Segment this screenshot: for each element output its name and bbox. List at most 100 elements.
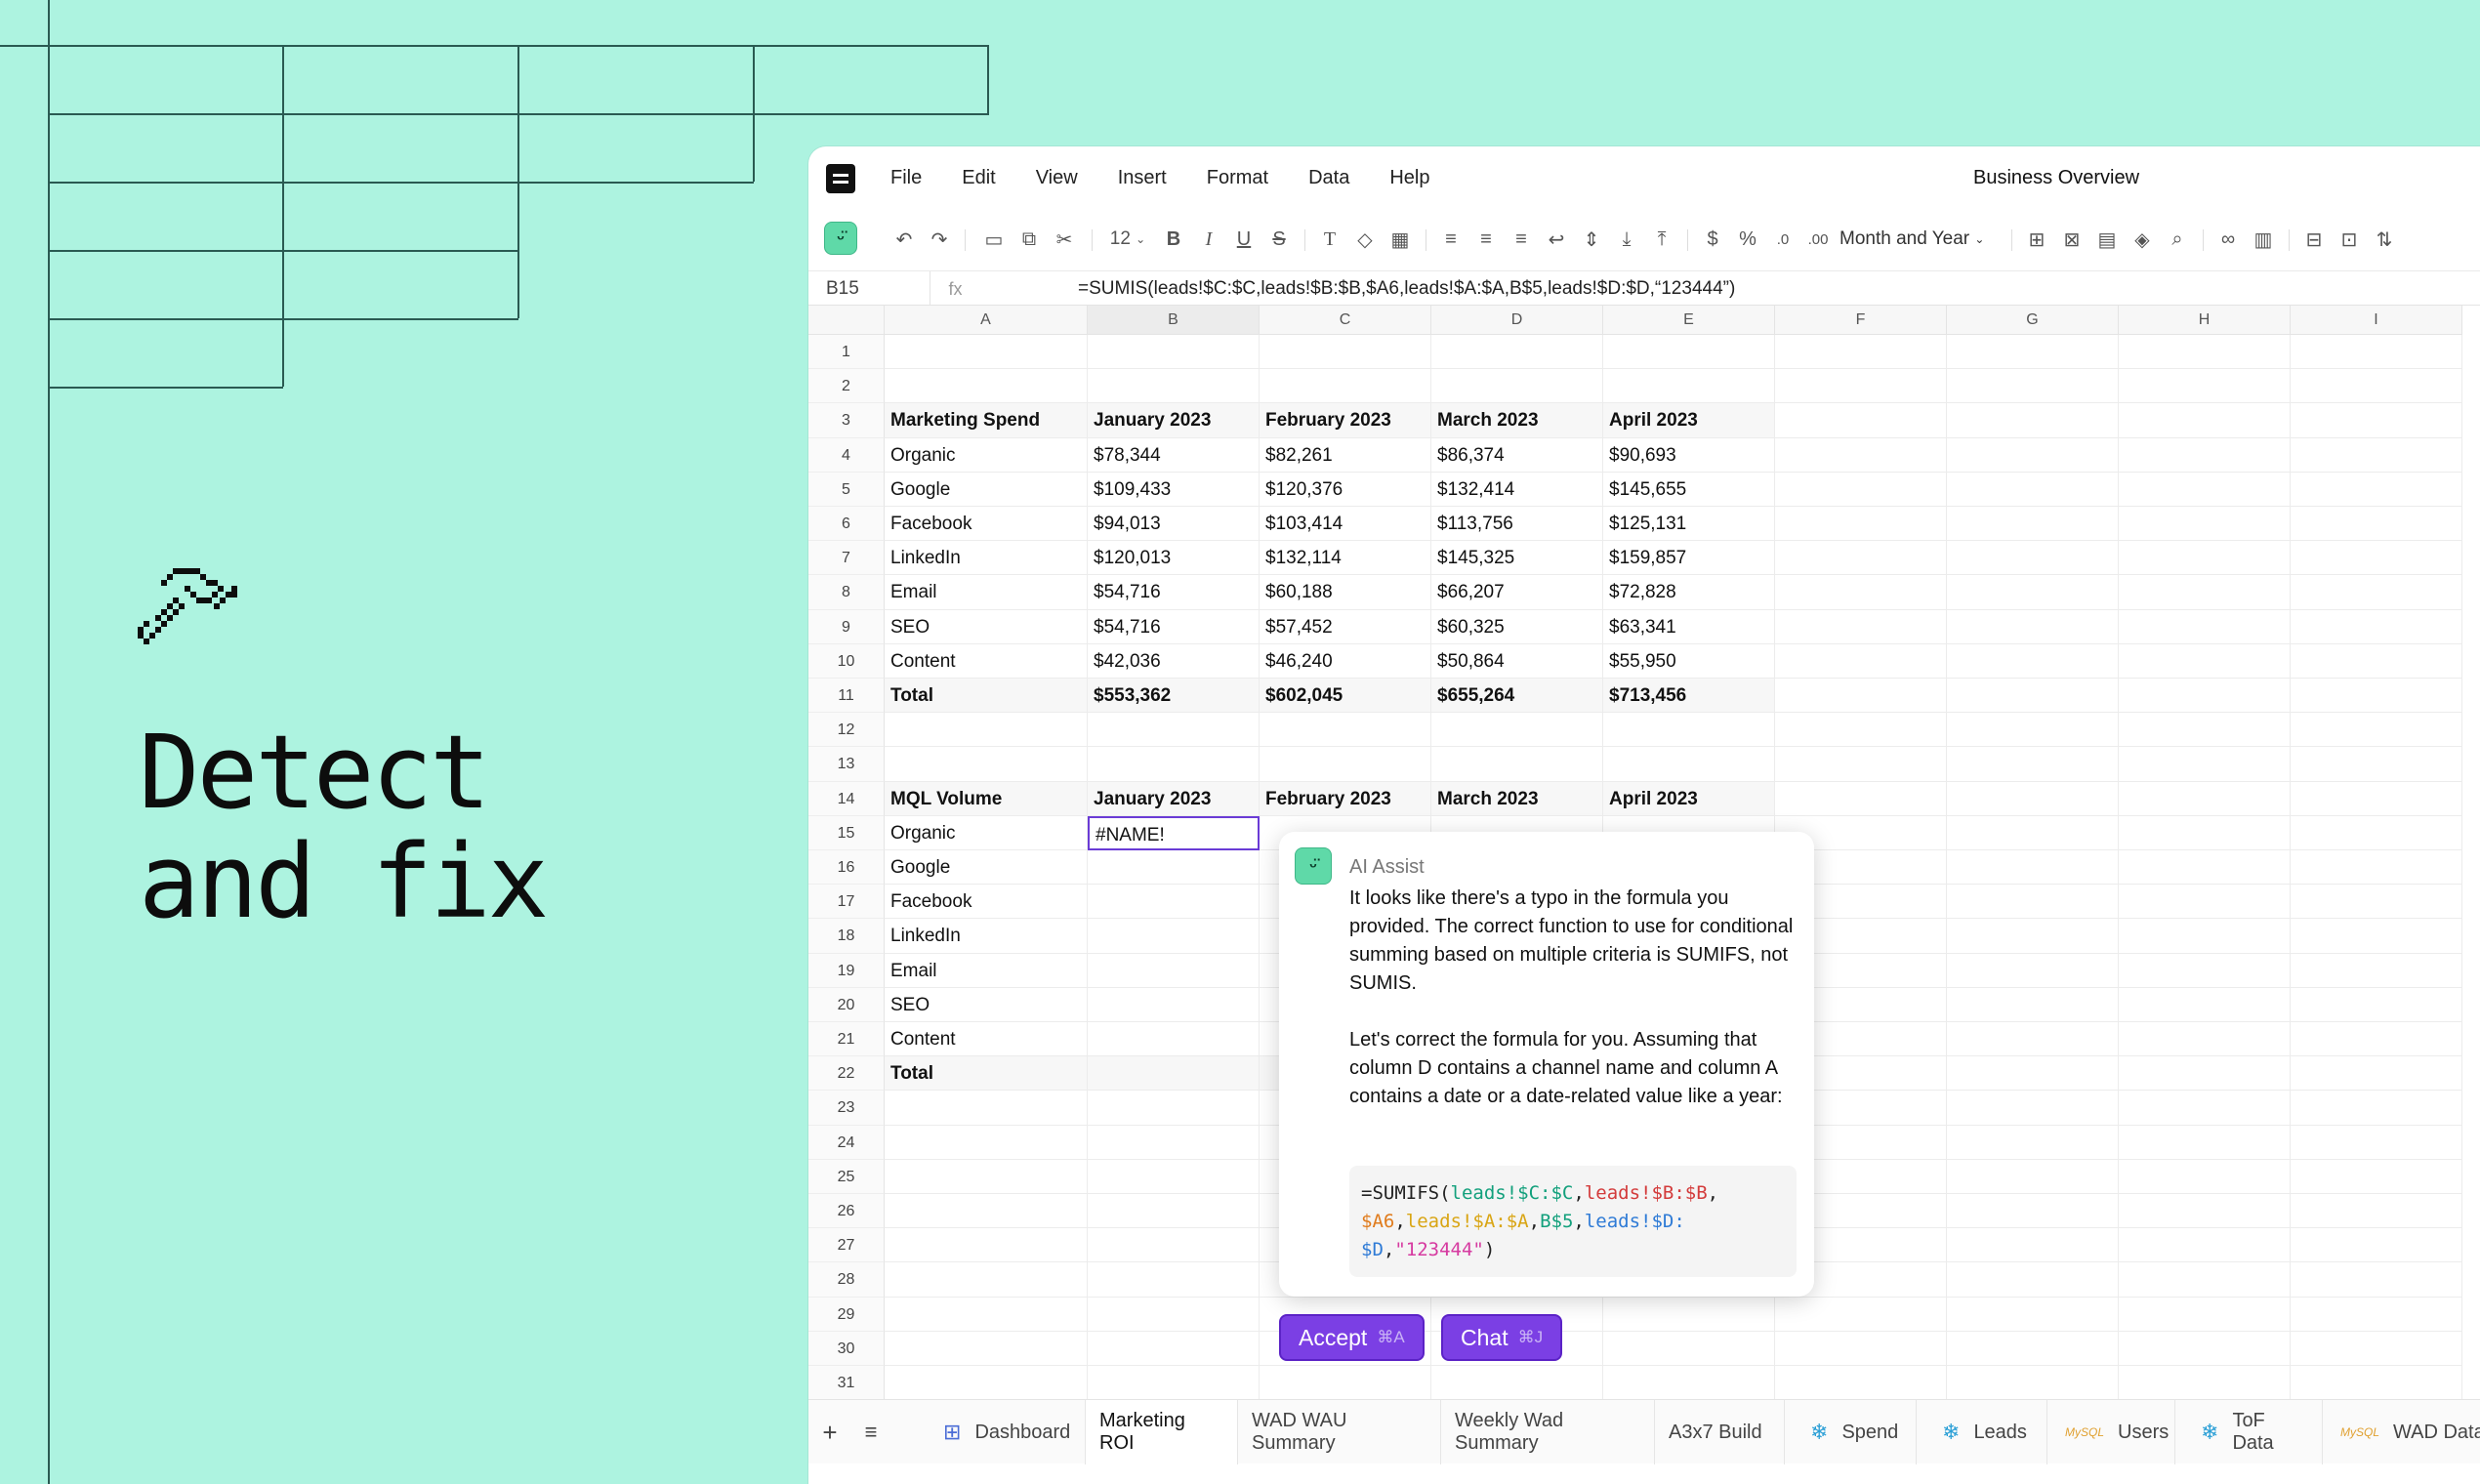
grid-cell[interactable]	[1947, 541, 2119, 576]
calendar-icon[interactable]: ▤	[2093, 224, 2121, 255]
grid-cell[interactable]	[2119, 781, 2291, 816]
grid-cell[interactable]	[2119, 369, 2291, 404]
grid-cell[interactable]	[1947, 369, 2119, 404]
grid-cell[interactable]	[1775, 1331, 1947, 1366]
grid-cell[interactable]	[2291, 713, 2462, 748]
grid-cell[interactable]	[885, 1091, 1088, 1126]
grid-cell[interactable]	[1947, 987, 2119, 1022]
grid-cell[interactable]: January 2023	[1088, 781, 1260, 816]
grid-cell[interactable]	[1775, 679, 1947, 714]
grid-cell[interactable]: $103,414	[1260, 507, 1431, 542]
grid-cell[interactable]	[885, 747, 1088, 782]
grid-cell[interactable]	[1947, 609, 2119, 644]
grid-cell[interactable]	[885, 1331, 1088, 1366]
grid-cell[interactable]	[2119, 541, 2291, 576]
grid-cell[interactable]	[1947, 1194, 2119, 1229]
grid-cell[interactable]: MQL Volume	[885, 781, 1088, 816]
grid-cell[interactable]	[1088, 1194, 1260, 1229]
eraser-icon[interactable]: ◈	[2129, 224, 2156, 255]
grid-cell[interactable]	[2119, 643, 2291, 679]
menu-format[interactable]: Format	[1207, 167, 1268, 189]
grid-cell[interactable]	[2291, 643, 2462, 679]
grid-cell[interactable]: January 2023	[1088, 403, 1260, 438]
grid-cell[interactable]: $132,114	[1260, 541, 1431, 576]
grid-cell[interactable]	[1088, 1159, 1260, 1194]
grid-cell[interactable]	[2291, 403, 2462, 438]
grid-cell[interactable]	[2119, 609, 2291, 644]
grid-cell[interactable]: Google	[885, 850, 1088, 886]
grid-cell[interactable]: Email	[885, 575, 1088, 610]
row-header[interactable]: 8	[808, 575, 885, 610]
grid-cell[interactable]	[2291, 1366, 2462, 1401]
row-header[interactable]: 31	[808, 1366, 885, 1401]
column-header-a[interactable]: A	[885, 306, 1088, 335]
align-left-icon[interactable]: ≡	[1437, 224, 1465, 255]
grid-cell[interactable]: LinkedIn	[885, 919, 1088, 954]
row-header[interactable]: 27	[808, 1228, 885, 1263]
grid-cell[interactable]	[885, 1125, 1088, 1160]
grid-cell[interactable]	[1775, 747, 1947, 782]
currency-icon[interactable]: $	[1699, 224, 1726, 255]
grid-cell[interactable]: $113,756	[1431, 507, 1603, 542]
insert-icon[interactable]: ⊞	[2023, 224, 2050, 255]
grid-cell[interactable]	[2291, 1331, 2462, 1366]
grid-cell[interactable]: $602,045	[1260, 679, 1431, 714]
grid-cell[interactable]: LinkedIn	[885, 541, 1088, 576]
grid-cell[interactable]	[1088, 1331, 1260, 1366]
grid-cell[interactable]: $46,240	[1260, 643, 1431, 679]
grid-cell[interactable]	[1431, 1366, 1603, 1401]
grid-cell[interactable]	[1775, 335, 1947, 370]
menu-view[interactable]: View	[1036, 167, 1078, 189]
grid-cell[interactable]	[1947, 1228, 2119, 1263]
row-header[interactable]: 17	[808, 885, 885, 920]
column-header-f[interactable]: F	[1775, 306, 1947, 335]
grid-cell[interactable]	[1947, 1297, 2119, 1332]
grid-cell[interactable]: $145,655	[1603, 472, 1775, 507]
grid-cell[interactable]	[1088, 1228, 1260, 1263]
grid-cell[interactable]	[2291, 815, 2462, 850]
grid-cell[interactable]	[1775, 403, 1947, 438]
number-format-select[interactable]: Month and Year ⌄	[1839, 224, 2005, 255]
grid-cell[interactable]	[1603, 1331, 1775, 1366]
grid-cell[interactable]: $63,341	[1603, 609, 1775, 644]
grid-cell[interactable]	[1947, 1022, 2119, 1057]
selected-cell-b15[interactable]: #NAME!	[1088, 815, 1260, 850]
grid-cell[interactable]	[2291, 885, 2462, 920]
grid-cell[interactable]	[2119, 1194, 2291, 1229]
grid-cell[interactable]	[2291, 1194, 2462, 1229]
grid-cell[interactable]	[1260, 1366, 1431, 1401]
grid-cell[interactable]	[1088, 713, 1260, 748]
strikethrough-icon[interactable]: S	[1265, 224, 1293, 255]
sheet-list-icon[interactable]: ≡	[851, 1400, 890, 1464]
grid-cell[interactable]	[1947, 747, 2119, 782]
column-header-h[interactable]: H	[2119, 306, 2291, 335]
grid-cell[interactable]	[1947, 1125, 2119, 1160]
grid-cell[interactable]	[2119, 850, 2291, 886]
grid-cell[interactable]	[2119, 403, 2291, 438]
grid-cell[interactable]	[1260, 335, 1431, 370]
link-icon[interactable]: ∞	[2214, 224, 2242, 255]
grid-cell[interactable]	[1431, 369, 1603, 404]
grid-cell[interactable]: $66,207	[1431, 575, 1603, 610]
grid-cell[interactable]	[1775, 609, 1947, 644]
chart-icon[interactable]: ▥	[2250, 224, 2277, 255]
fill-color-icon[interactable]: ◇	[1351, 224, 1379, 255]
grid-cell[interactable]: Total	[885, 679, 1088, 714]
grid-cell[interactable]: $90,693	[1603, 437, 1775, 473]
grid-cell[interactable]	[1603, 1366, 1775, 1401]
app-logo-icon[interactable]	[826, 164, 855, 193]
row-header[interactable]: 4	[808, 437, 885, 473]
grid-cell[interactable]	[1947, 1056, 2119, 1092]
grid-cell[interactable]	[1603, 335, 1775, 370]
grid-cell[interactable]	[2119, 575, 2291, 610]
row-header[interactable]: 15	[808, 815, 885, 850]
grid-cell[interactable]	[2119, 1228, 2291, 1263]
grid-cell[interactable]: March 2023	[1431, 781, 1603, 816]
tab-weekly-wad-summary[interactable]: Weekly Wad Summary	[1441, 1400, 1655, 1464]
grid-cell[interactable]: $72,828	[1603, 575, 1775, 610]
cut-icon[interactable]: ✂	[1051, 224, 1078, 255]
row-header[interactable]: 6	[808, 507, 885, 542]
row-header[interactable]: 18	[808, 919, 885, 954]
grid-cell[interactable]: $713,456	[1603, 679, 1775, 714]
accept-button[interactable]: Accept ⌘A	[1279, 1314, 1425, 1361]
